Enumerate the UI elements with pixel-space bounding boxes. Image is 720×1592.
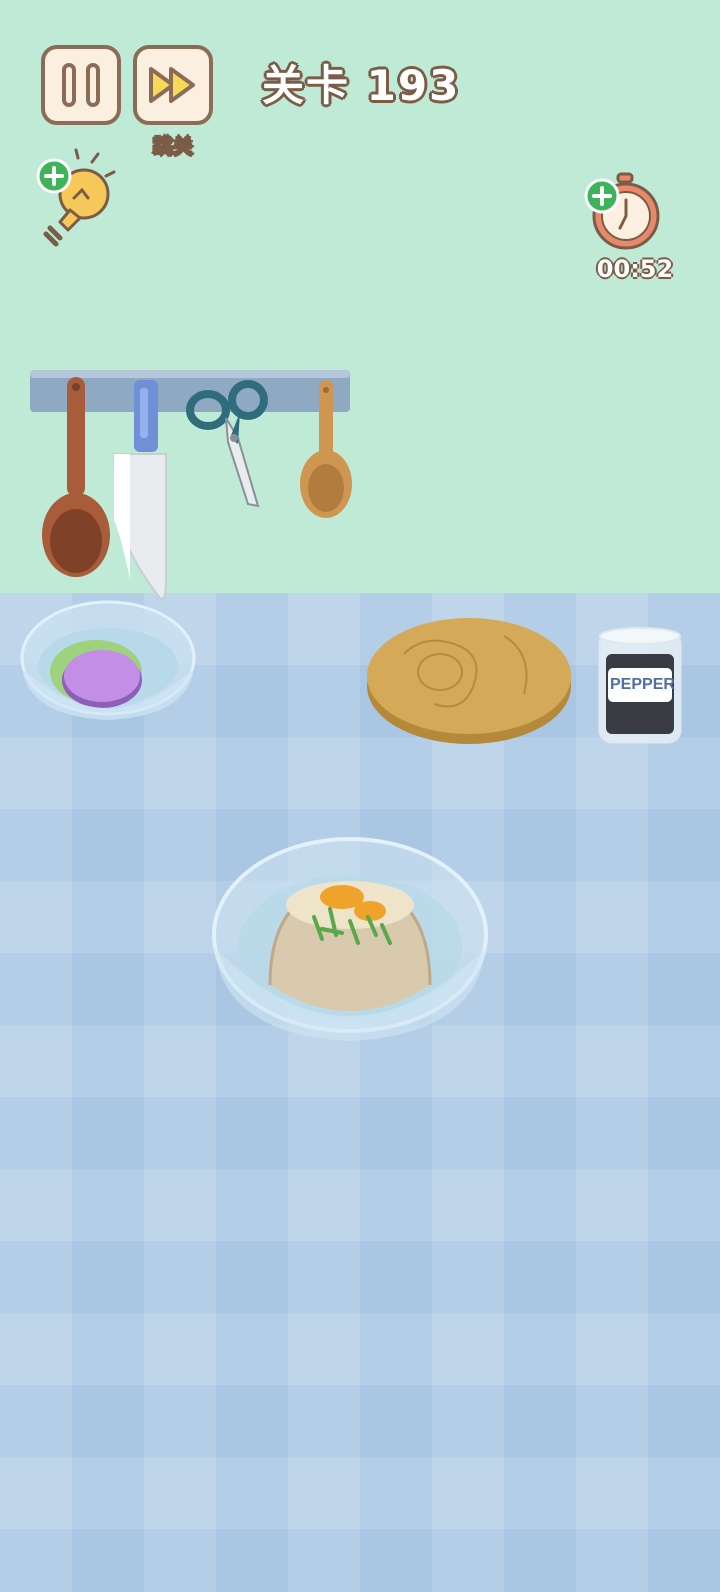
pepper-label: PEPPER bbox=[610, 676, 675, 693]
time-bonus-button[interactable] bbox=[584, 172, 676, 254]
level-title: 关卡 193 bbox=[262, 61, 461, 110]
glass-bowl-with-ingredients[interactable] bbox=[18, 598, 198, 738]
glass-bowl-with-dish[interactable] bbox=[210, 835, 490, 1065]
wooden-spoon[interactable] bbox=[297, 380, 357, 520]
plus-icon bbox=[36, 158, 72, 194]
pause-button[interactable] bbox=[41, 45, 121, 125]
skip-level-button[interactable] bbox=[133, 45, 213, 125]
pepper-shaker[interactable]: PEPPER bbox=[598, 626, 682, 746]
fast-forward-icon bbox=[149, 67, 195, 103]
scissors[interactable] bbox=[186, 378, 276, 518]
kitchen-knife[interactable] bbox=[110, 380, 180, 610]
wooden-ladle[interactable] bbox=[38, 375, 118, 585]
hint-button[interactable] bbox=[34, 148, 124, 248]
cutting-board[interactable] bbox=[364, 614, 574, 748]
skip-level-label: 跳关 bbox=[153, 134, 194, 159]
pause-icon bbox=[57, 63, 105, 107]
plus-icon bbox=[584, 178, 620, 214]
countdown-timer: 00:52 bbox=[596, 255, 674, 283]
